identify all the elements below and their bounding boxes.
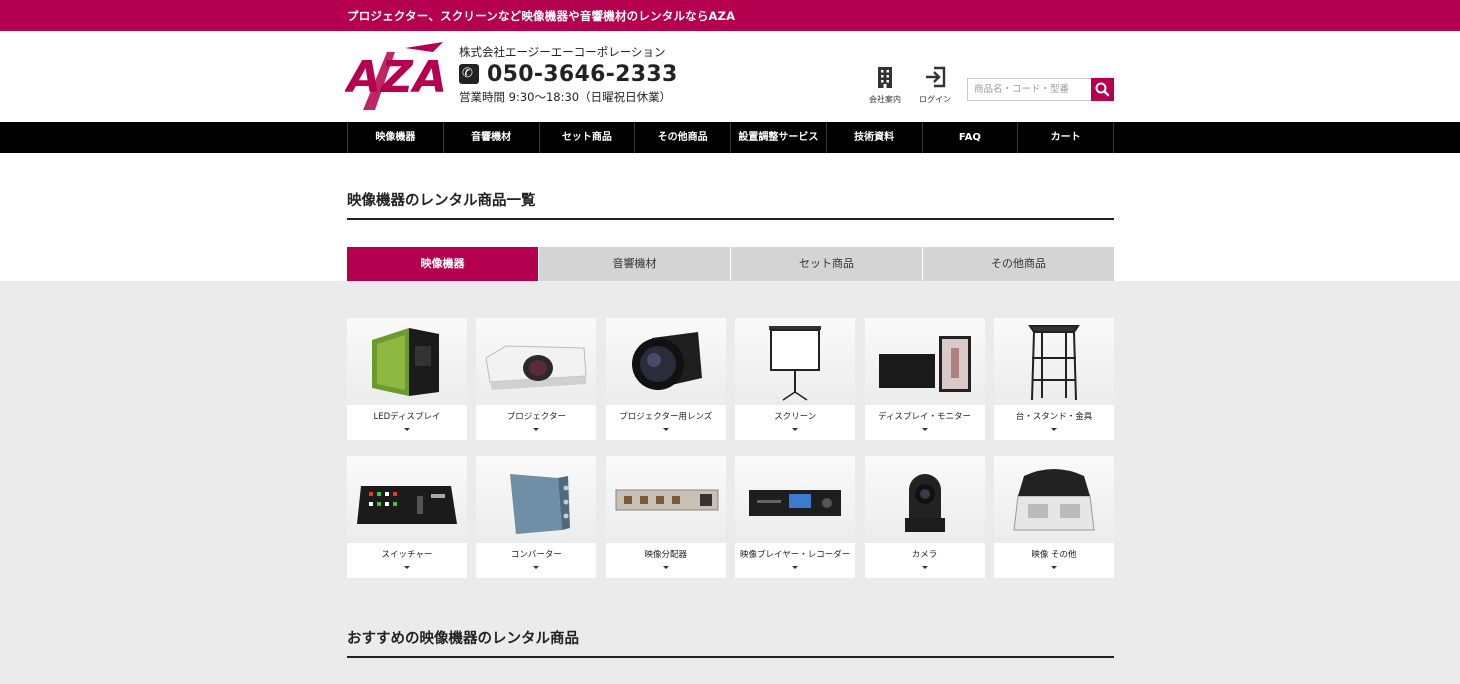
chevron-down-icon — [921, 566, 928, 569]
category-label: プロジェクター — [506, 412, 566, 422]
building-icon — [878, 67, 892, 88]
company-info-link[interactable]: 会社案内 — [860, 66, 910, 105]
business-hours: 営業時間 9:30〜18:30（日曜祝日休業） — [459, 90, 672, 104]
chevron-down-icon — [404, 428, 410, 431]
distributor-icon — [605, 456, 726, 543]
nav-item-installation-service[interactable]: 設置調整サービス — [731, 122, 827, 153]
category-card-video-other[interactable]: 映像 その他 — [993, 456, 1114, 578]
chevron-down-icon — [533, 566, 540, 569]
category-card-display-monitor[interactable]: ディスプレイ・モニター — [864, 318, 985, 440]
category-label: スイッチャー — [381, 550, 433, 560]
top-banner: プロジェクター、スクリーンなど映像機器や音響機材のレンタルならAZA — [0, 0, 1460, 31]
chevron-down-icon — [792, 428, 799, 431]
login-label: ログイン — [919, 95, 951, 104]
phone-icon: ✆ — [459, 64, 479, 84]
category-card-player-recorder[interactable]: 映像プレイヤー・レコーダー — [735, 456, 856, 578]
phone-number[interactable]: 050-3646-2333 — [487, 62, 678, 87]
nav-item-set-products[interactable]: セット商品 — [540, 122, 636, 153]
recommend-title: おすすめの映像機器のレンタル商品 — [347, 627, 1114, 658]
category-card-led-display[interactable]: LEDディスプレイ — [347, 318, 467, 440]
top-banner-text: プロジェクター、スクリーンなど映像機器や音響機材のレンタルならAZA — [347, 9, 736, 23]
page-title: 映像機器のレンタル商品一覧 — [347, 189, 1114, 220]
projector-icon — [476, 318, 597, 405]
category-card-projector-lens[interactable]: プロジェクター用レンズ — [605, 318, 726, 440]
search-button[interactable] — [1091, 78, 1114, 101]
chevron-down-icon — [533, 428, 540, 431]
tab-video-equipment[interactable]: 映像機器 — [347, 247, 538, 281]
category-label: 台・スタンド・金具 — [1015, 412, 1093, 422]
category-card-video-distributor[interactable]: 映像分配器 — [605, 456, 726, 578]
chevron-down-icon — [1050, 428, 1057, 431]
svg-text:AZA: AZA — [345, 52, 447, 103]
category-label: 映像 その他 — [1031, 550, 1077, 560]
category-card-camera[interactable]: カメラ — [864, 456, 985, 578]
chevron-down-icon — [662, 428, 669, 431]
tab-set-products[interactable]: セット商品 — [731, 247, 922, 281]
category-card-converter[interactable]: コンバーター — [476, 456, 597, 578]
tab-audio-equipment[interactable]: 音響機材 — [539, 247, 730, 281]
phone-row[interactable]: ✆ 050-3646-2333 — [459, 61, 678, 87]
global-nav: 映像機器 音響機材 セット商品 その他商品 設置調整サービス 技術資料 FAQ … — [0, 122, 1460, 153]
company-info-label: 会社案内 — [869, 95, 901, 104]
category-label: スクリーン — [774, 412, 817, 422]
chevron-down-icon — [662, 566, 669, 569]
nav-item-audio-equipment[interactable]: 音響機材 — [444, 122, 540, 153]
category-label: コンバーター — [510, 550, 562, 560]
category-label: プロジェクター用レンズ — [619, 412, 713, 422]
switcher-icon — [347, 456, 467, 543]
chevron-down-icon — [1050, 566, 1057, 569]
category-label: 映像分配器 — [644, 550, 688, 560]
category-grid: LEDディスプレイ プロジェクター プロジェクター用レンズ スクリーン ディスプ… — [347, 318, 1114, 578]
lens-icon — [605, 318, 726, 405]
nav-item-technical-docs[interactable]: 技術資料 — [827, 122, 923, 153]
category-card-projector[interactable]: プロジェクター — [476, 318, 597, 440]
login-icon — [926, 66, 946, 88]
nav-item-video-equipment[interactable]: 映像機器 — [348, 122, 444, 153]
company-name: 株式会社エージーエーコーポレーション — [459, 45, 666, 59]
category-label: ディスプレイ・モニター — [878, 412, 972, 422]
category-card-switcher[interactable]: スイッチャー — [347, 456, 467, 578]
camera-icon — [864, 456, 985, 543]
converter-icon — [476, 456, 597, 543]
category-card-screen[interactable]: スクリーン — [735, 318, 856, 440]
nav-item-faq[interactable]: FAQ — [923, 122, 1019, 153]
aza-logo[interactable]: AZA — [344, 40, 451, 112]
category-label: LEDディスプレイ — [373, 412, 441, 422]
tab-other-products[interactable]: その他商品 — [923, 247, 1114, 281]
search-box — [967, 78, 1114, 101]
chevron-down-icon — [404, 566, 410, 569]
stand-icon — [993, 318, 1114, 405]
category-label: カメラ — [911, 550, 938, 560]
chevron-down-icon — [921, 428, 928, 431]
vr-headset-icon — [993, 456, 1114, 543]
category-label: 映像プレイヤー・レコーダー — [740, 550, 851, 560]
search-icon — [1095, 82, 1110, 97]
nav-item-other-products[interactable]: その他商品 — [635, 122, 731, 153]
player-recorder-icon — [735, 456, 856, 543]
led-display-icon — [347, 318, 467, 405]
monitor-icon — [864, 318, 985, 405]
login-link[interactable]: ログイン — [910, 66, 960, 105]
search-input[interactable] — [968, 79, 1092, 100]
category-tabs: 映像機器 音響機材 セット商品 その他商品 — [347, 247, 1114, 281]
screen-icon — [735, 318, 856, 405]
nav-item-cart[interactable]: カート — [1018, 122, 1114, 153]
chevron-down-icon — [792, 566, 799, 569]
category-card-stand-mount[interactable]: 台・スタンド・金具 — [993, 318, 1114, 440]
